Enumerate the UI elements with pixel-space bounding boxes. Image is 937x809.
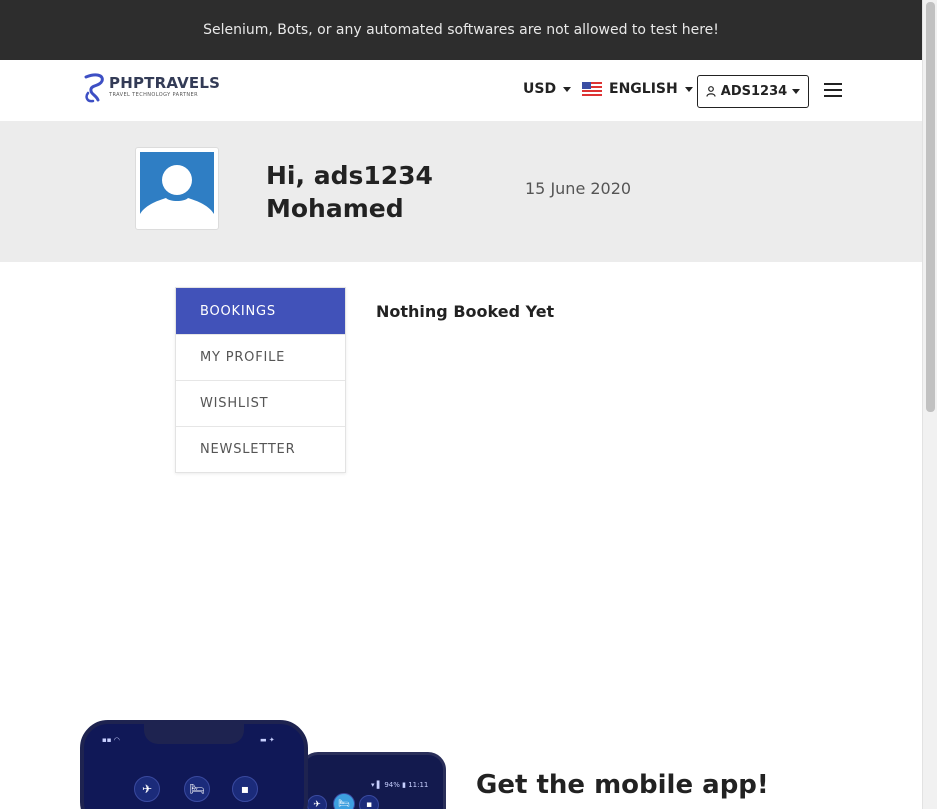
account-dropdown-button[interactable]: ADS1234: [697, 75, 809, 108]
page-viewport: Selenium, Bots, or any automated softwar…: [0, 0, 922, 809]
hotel-icon: 🛏: [333, 793, 355, 809]
sidebar-item-newsletter[interactable]: NEWSLETTER: [176, 426, 345, 472]
avatar: [135, 147, 219, 230]
chevron-down-icon: [563, 86, 572, 92]
site-logo[interactable]: PHPTRAVELS TRAVEL TECHNOLOGY PARTNER: [82, 73, 222, 103]
account-label: ADS1234: [720, 84, 788, 99]
plane-icon: ✈: [134, 776, 160, 802]
scrollbar-thumb[interactable]: [926, 2, 935, 412]
sidebar-item-bookings[interactable]: BOOKINGS: [176, 288, 345, 334]
greeting-username: Hi, ads1234: [266, 161, 433, 190]
logo-text: PHPTRAVELS: [109, 74, 221, 92]
language-dropdown[interactable]: ENGLISH: [582, 81, 693, 97]
logo-tagline: TRAVEL TECHNOLOGY PARTNER: [109, 92, 198, 98]
hotel-icon: 🛏: [184, 776, 210, 802]
profile-header: Hi, ads1234 Mohamed 15 June 2020: [0, 121, 922, 262]
page-scrollbar[interactable]: [922, 0, 937, 809]
currency-dropdown[interactable]: USD: [523, 81, 572, 97]
phptravels-logo-icon: [84, 73, 104, 103]
plane-icon: ✈: [307, 795, 327, 809]
hamburger-menu-icon[interactable]: [824, 83, 842, 97]
user-greeting: Hi, ads1234 Mohamed: [266, 159, 433, 225]
account-sidebar: BOOKINGS MY PROFILE WISHLIST NEWSLETTER: [175, 287, 346, 473]
sidebar-item-wishlist[interactable]: WISHLIST: [176, 380, 345, 426]
bookings-empty-message: Nothing Booked Yet: [376, 302, 555, 321]
chevron-down-icon: [792, 89, 801, 94]
briefcase-icon: ▪: [232, 776, 258, 802]
currency-label: USD: [523, 81, 557, 97]
phone-mockup-front: ▪▪ ◠ ▬ ✦ ✈ 🛏 ▪: [80, 720, 308, 809]
mobile-app-promo: ▾ ▌ 94% ▮ 11:11 ✈ 🛏 ▪ ▪▪ ◠ ▬ ✦ ✈ 🛏 ▪ Get…: [0, 700, 922, 809]
chevron-down-icon: [684, 86, 693, 92]
language-label: ENGLISH: [609, 81, 678, 97]
mobile-app-title: Get the mobile app!: [476, 770, 769, 800]
phone-mockup-back: ▾ ▌ 94% ▮ 11:11 ✈ 🛏 ▪: [300, 752, 446, 809]
briefcase-icon: ▪: [359, 795, 379, 809]
site-header: PHPTRAVELS TRAVEL TECHNOLOGY PARTNER USD…: [0, 60, 922, 121]
default-avatar-icon: [140, 152, 214, 225]
greeting-name: Mohamed: [266, 194, 404, 223]
sidebar-item-my-profile[interactable]: MY PROFILE: [176, 334, 345, 380]
automation-warning-banner: Selenium, Bots, or any automated softwar…: [0, 0, 922, 60]
current-date: 15 June 2020: [525, 179, 632, 198]
user-icon: [706, 86, 716, 97]
automation-warning-text: Selenium, Bots, or any automated softwar…: [203, 22, 719, 38]
us-flag-icon: [582, 82, 602, 96]
phone-notch: [144, 720, 244, 744]
